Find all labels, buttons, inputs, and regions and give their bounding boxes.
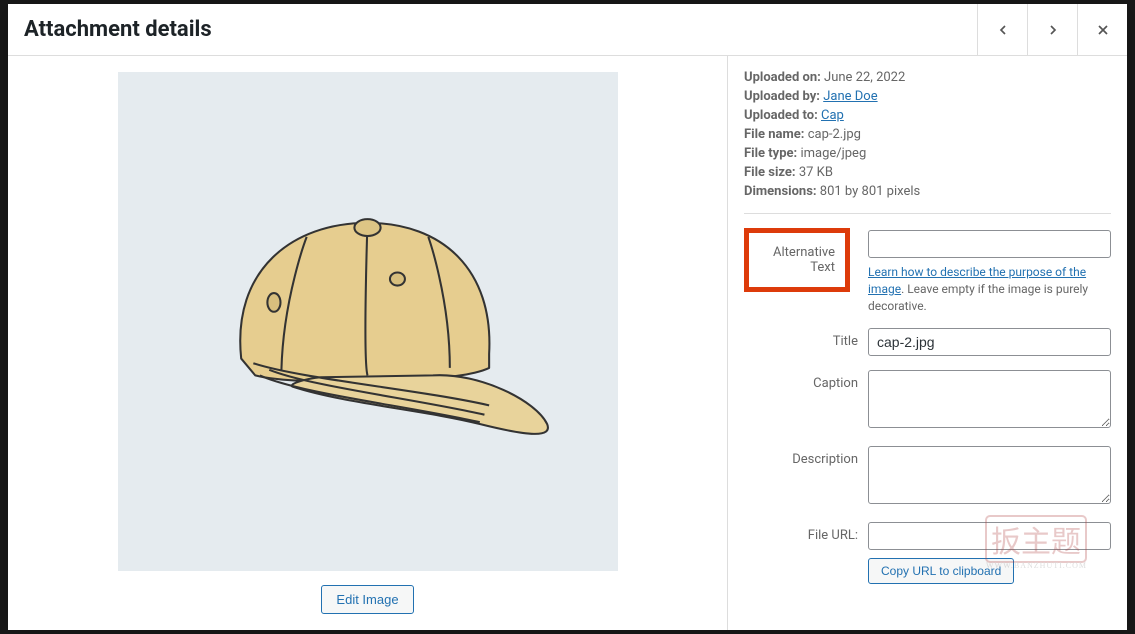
caption-input[interactable]: [868, 370, 1111, 428]
meta-uploaded-on: Uploaded on: June 22, 2022: [744, 70, 1111, 85]
modal-title: Attachment details: [8, 17, 212, 42]
field-alt-text-row: Alternative Text Learn how to describe t…: [744, 230, 1111, 314]
uploaded-to-link[interactable]: Cap: [821, 108, 844, 123]
meta-file-type: File type: image/jpeg: [744, 146, 1111, 161]
chevron-left-icon: [995, 22, 1011, 38]
alt-text-highlight: Alternative Text: [744, 228, 850, 292]
field-title-row: Title: [744, 328, 1111, 356]
alt-text-help: Learn how to describe the purpose of the…: [868, 264, 1111, 314]
alt-text-label: Alternative Text: [773, 245, 835, 275]
cap-image: [180, 134, 555, 508]
meta-file-name: File name: cap-2.jpg: [744, 127, 1111, 142]
alt-text-input[interactable]: [868, 230, 1111, 258]
image-preview: [118, 72, 618, 571]
field-description-row: Description: [744, 446, 1111, 508]
modal-header: Attachment details: [8, 4, 1127, 56]
meta-uploaded-by: Uploaded by: Jane Doe: [744, 89, 1111, 104]
close-icon: [1095, 22, 1111, 38]
meta-uploaded-to: Uploaded to: Cap: [744, 108, 1111, 123]
description-input[interactable]: [868, 446, 1111, 504]
uploaded-by-link[interactable]: Jane Doe: [823, 89, 877, 104]
edit-image-button[interactable]: Edit Image: [321, 585, 413, 614]
title-input[interactable]: [868, 328, 1111, 356]
field-caption-row: Caption: [744, 370, 1111, 432]
meta-file-size: File size: 37 KB: [744, 165, 1111, 180]
alt-text-label-wrapper: Alternative Text: [744, 230, 868, 292]
meta-dimensions: Dimensions: 801 by 801 pixels: [744, 184, 1111, 199]
description-label: Description: [744, 446, 868, 467]
title-label: Title: [744, 328, 868, 349]
file-url-input[interactable]: [868, 522, 1111, 550]
file-url-label: File URL:: [744, 522, 868, 543]
field-file-url-row: File URL: Copy URL to clipboard: [744, 522, 1111, 584]
chevron-right-icon: [1045, 22, 1061, 38]
prev-button[interactable]: [977, 4, 1027, 55]
details-column: Uploaded on: June 22, 2022 Uploaded by: …: [727, 56, 1127, 630]
attachment-details-modal: Attachment details: [8, 4, 1127, 630]
preview-column: Edit Image: [8, 56, 727, 630]
close-button[interactable]: [1077, 4, 1127, 55]
header-nav-buttons: [977, 4, 1127, 55]
copy-url-button[interactable]: Copy URL to clipboard: [868, 558, 1014, 584]
divider: [744, 213, 1111, 214]
modal-body: Edit Image Uploaded on: June 22, 2022 Up…: [8, 56, 1127, 630]
caption-label: Caption: [744, 370, 868, 391]
next-button[interactable]: [1027, 4, 1077, 55]
